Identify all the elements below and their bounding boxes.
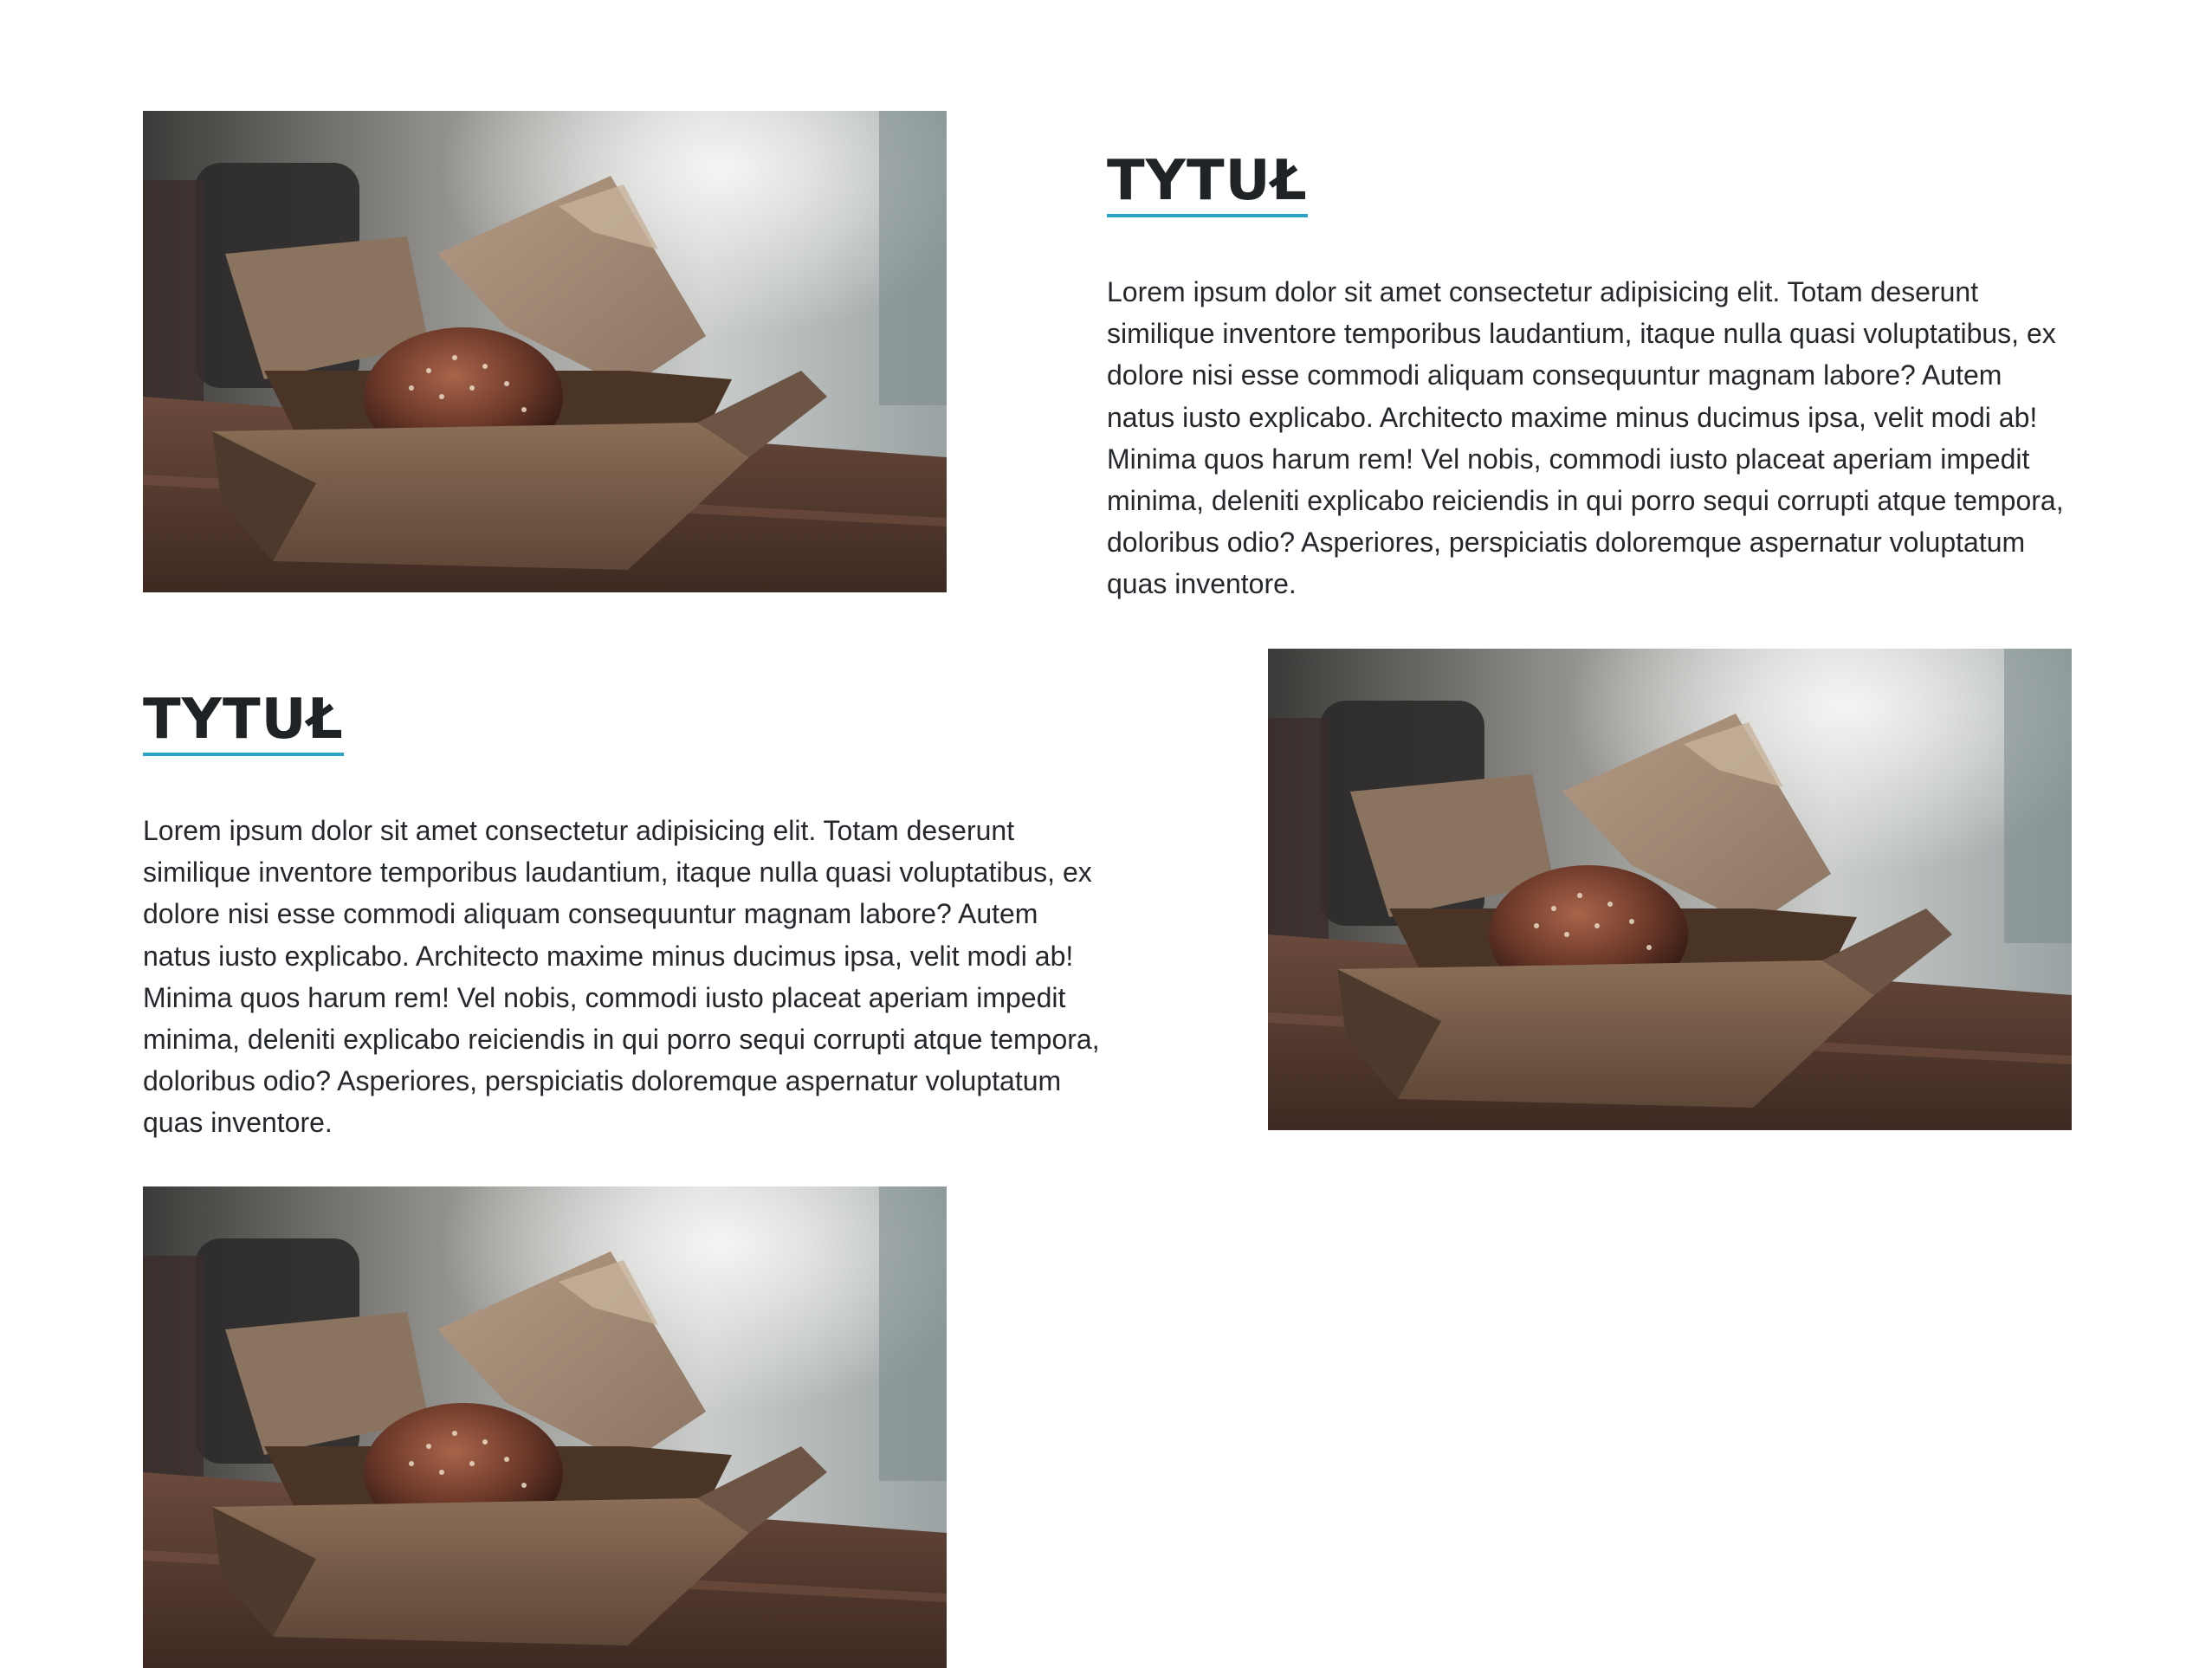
feature-text-1: TYTUŁ Lorem ipsum dolor sit amet consect…	[1107, 150, 2077, 605]
section-title: TYTUŁ	[143, 689, 344, 756]
section-body: Lorem ipsum dolor sit amet consectetur a…	[1107, 276, 2064, 600]
burger-photo	[1268, 649, 2072, 1130]
section-title: TYTUŁ	[1107, 150, 1308, 217]
burger-photo	[143, 1186, 947, 1668]
burger-photo	[143, 111, 947, 592]
feature-text-2: TYTUŁ Lorem ipsum dolor sit amet consect…	[143, 689, 1113, 1144]
section-body: Lorem ipsum dolor sit amet consectetur a…	[143, 815, 1100, 1139]
